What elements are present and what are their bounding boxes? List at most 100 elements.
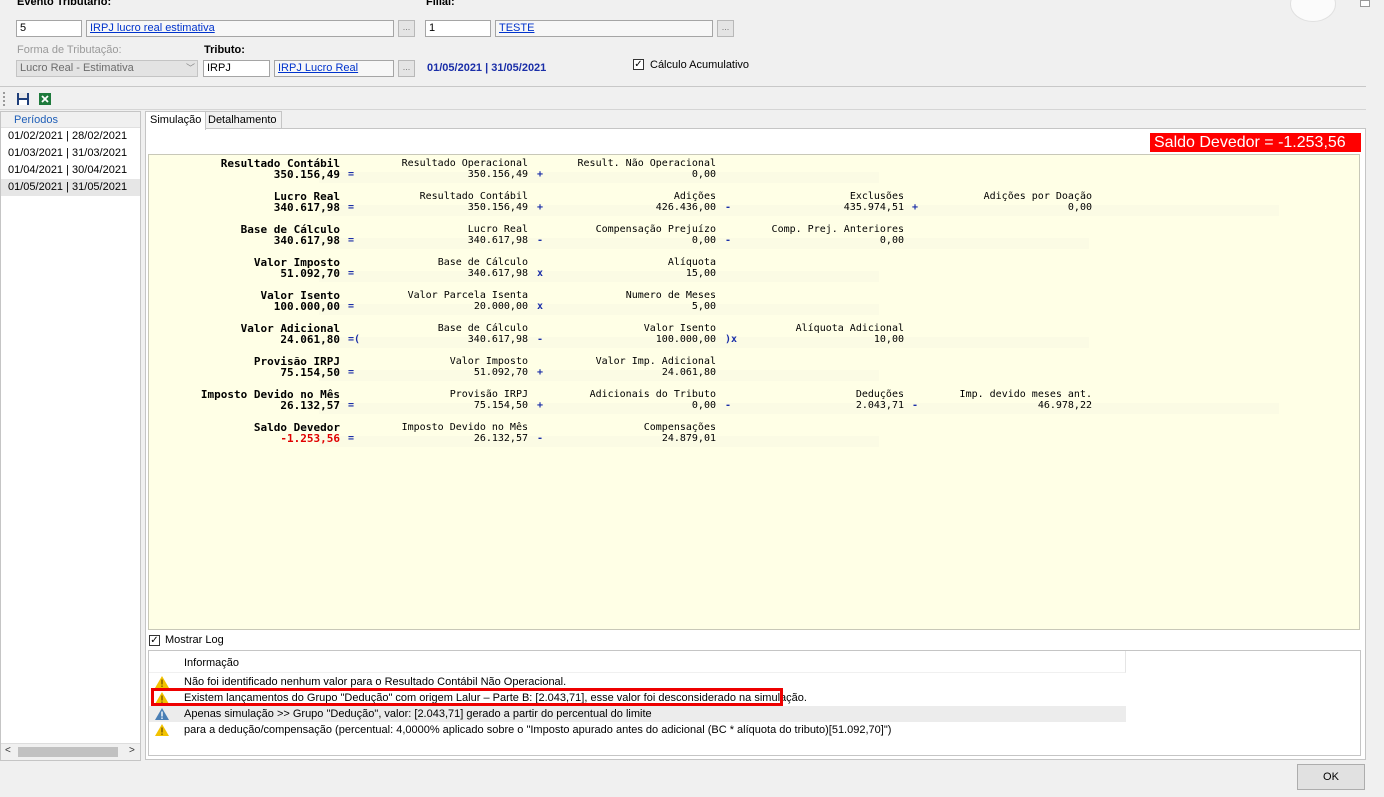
sim-operator: - <box>537 433 544 444</box>
sim-operator: + <box>537 400 544 411</box>
filial-code-field[interactable]: 1 <box>425 20 491 37</box>
sim-main-cell: Resultado Contábil 350.156,49 <box>220 157 340 181</box>
window-restore-icon[interactable] <box>1360 0 1370 7</box>
scroll-thumb[interactable] <box>18 747 118 757</box>
sim-cell: Resultado Contábil 350.156,49 <box>419 191 528 213</box>
sim-operator: = <box>348 301 355 312</box>
sim-operator: + <box>537 367 544 378</box>
tributo-name-link[interactable]: IRPJ Lucro Real <box>274 60 394 77</box>
periods-scrollbar[interactable]: < > <box>1 743 140 760</box>
sim-operator: - <box>912 400 919 411</box>
warning-icon <box>155 676 169 688</box>
sim-main-cell: Valor Imposto 51.092,70 <box>253 256 340 280</box>
log-text: para a dedução/compensação (percentual: … <box>184 724 892 736</box>
log-row[interactable]: para a dedução/compensação (percentual: … <box>149 722 1349 738</box>
sim-main-cell: Valor Adicional 24.061,80 <box>240 322 340 346</box>
sim-cell: Compensações 24.879,01 <box>643 422 716 444</box>
mostrar-log-label: Mostrar Log <box>165 634 224 646</box>
evento-lookup-button[interactable]: ... <box>398 20 415 37</box>
sim-main-cell: Saldo Devedor -1.253,56 <box>253 421 340 445</box>
period-label: 01/05/2021 | 31/05/2021 <box>427 62 547 74</box>
sim-operator: = <box>348 268 355 279</box>
sim-main-cell: Lucro Real 340.617,98 <box>273 190 340 214</box>
sim-operator: - <box>537 334 544 345</box>
sim-cell: Imp. devido meses ant. 46.978,22 <box>959 389 1092 411</box>
sim-operator: - <box>725 235 732 246</box>
mostrar-log-checkbox[interactable]: ✓ <box>149 635 160 646</box>
saldo-devedor-banner: Saldo Devedor = -1.253,56 <box>1150 133 1361 152</box>
header-panel: Evento Tributário: 5 IRPJ lucro real est… <box>0 0 1366 87</box>
tributo-code-field[interactable]: IRPJ <box>203 60 270 77</box>
evento-label: Evento Tributário: <box>17 0 112 8</box>
sim-operator: + <box>912 202 919 213</box>
tab-simulacao[interactable]: Simulação <box>145 111 207 130</box>
calculo-acumulativo-label: Cálculo Acumulativo <box>650 59 750 71</box>
sim-cell: Alíquota Adicional 10,00 <box>795 323 904 345</box>
sim-operator: = <box>348 367 355 378</box>
scroll-left-icon[interactable]: < <box>5 745 11 756</box>
toolbar-grip <box>3 92 5 106</box>
log-text: Apenas simulação >> Grupo "Dedução", val… <box>184 708 652 720</box>
scroll-right-icon[interactable]: > <box>129 745 135 756</box>
sim-cell: Base de Cálculo 340.617,98 <box>437 323 528 345</box>
sim-operator: x <box>537 301 544 312</box>
sim-operator: + <box>537 169 544 180</box>
filial-lookup-button[interactable]: ... <box>717 20 734 37</box>
sim-operator: =( <box>348 334 361 345</box>
log-header-label: Informação <box>184 657 240 669</box>
sim-cell: Exclusões 435.974,51 <box>843 191 904 213</box>
periods-panel: Períodos 01/02/2021 | 28/02/2021 01/03/2… <box>0 111 141 761</box>
sim-operator: = <box>348 169 355 180</box>
sim-cell: Adições por Doação 0,00 <box>983 191 1092 213</box>
period-item[interactable]: 01/02/2021 | 28/02/2021 <box>1 128 140 145</box>
warning-icon <box>155 724 169 736</box>
sim-operator: = <box>348 400 355 411</box>
sim-cell: Base de Cálculo 340.617,98 <box>437 257 528 279</box>
chevron-down-icon: ﹀ <box>185 63 195 73</box>
help-button[interactable] <box>1290 0 1336 22</box>
log-header: Informação <box>149 651 1126 673</box>
sim-cell: Adições 426.436,00 <box>655 191 716 213</box>
tributo-lookup-button[interactable]: ... <box>398 60 415 77</box>
sim-operator: )x <box>725 334 738 345</box>
period-item-selected[interactable]: 01/05/2021 | 31/05/2021 <box>1 179 140 196</box>
calculo-acumulativo-checkbox[interactable]: ✓ <box>633 59 644 70</box>
log-row[interactable]: Apenas simulação >> Grupo "Dedução", val… <box>149 706 1126 722</box>
evento-code-field[interactable]: 5 <box>16 20 82 37</box>
sim-operator: - <box>725 400 732 411</box>
forma-tributacao-select[interactable]: Lucro Real - Estimativa ﹀ <box>16 60 198 77</box>
info-triangle-icon <box>155 708 169 720</box>
sim-cell: Imposto Devido no Mês 26.132,57 <box>401 422 528 444</box>
sim-cell: Compensação Prejuízo 0,00 <box>595 224 716 246</box>
sim-main-cell: Provisão IRPJ 75.154,50 <box>253 355 340 379</box>
sim-operator: x <box>537 268 544 279</box>
ok-button[interactable]: OK <box>1297 764 1365 790</box>
evento-name-link[interactable]: IRPJ lucro real estimativa <box>86 20 394 37</box>
forma-tributacao-label: Forma de Tributação: <box>17 44 122 56</box>
filial-name-link[interactable]: TESTE <box>495 20 713 37</box>
sim-operator: - <box>537 235 544 246</box>
sim-operator: + <box>537 202 544 213</box>
row-strip <box>319 271 879 282</box>
save-icon[interactable] <box>16 92 30 106</box>
sim-cell: Valor Isento 100.000,00 <box>643 323 716 345</box>
excel-icon[interactable] <box>38 92 52 106</box>
sim-cell: Numero de Meses 5,00 <box>625 290 716 312</box>
period-item[interactable]: 01/03/2021 | 31/03/2021 <box>1 145 140 162</box>
sim-main-cell: Base de Cálculo 340.617,98 <box>240 223 340 247</box>
sim-cell: Alíquota 15,00 <box>667 257 716 279</box>
sim-operator: = <box>348 235 355 246</box>
sim-cell: Valor Parcela Isenta 20.000,00 <box>407 290 528 312</box>
sim-cell: Lucro Real 340.617,98 <box>467 224 528 246</box>
period-item[interactable]: 01/04/2021 | 30/04/2021 <box>1 162 140 179</box>
sim-cell: Deduções 2.043,71 <box>855 389 904 411</box>
sim-main-cell: Valor Isento 100.000,00 <box>260 289 340 313</box>
sim-operator: - <box>725 202 732 213</box>
toolbar <box>0 88 1366 110</box>
sim-cell: Valor Imposto 51.092,70 <box>449 356 528 378</box>
sim-main-cell: Imposto Devido no Mês 26.132,57 <box>200 388 340 412</box>
sim-cell: Result. Não Operacional 0,00 <box>577 158 716 180</box>
row-strip <box>319 304 879 315</box>
forma-tributacao-value: Lucro Real - Estimativa <box>20 62 134 74</box>
tab-detalhamento[interactable]: Detalhamento <box>203 111 282 129</box>
